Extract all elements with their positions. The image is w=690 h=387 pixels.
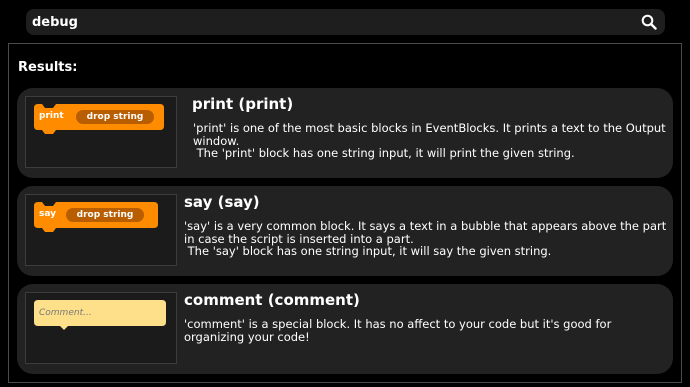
description-line: 'comment' is a special block. It has no … — [184, 317, 612, 331]
result-title: comment (comment) — [184, 291, 360, 309]
string-input-slot: drop string — [76, 110, 154, 124]
block-preview[interactable]: say drop string — [25, 194, 177, 266]
result-title: print (print) — [192, 95, 294, 113]
result-description: 'print' is one of the most basic blocks … — [193, 122, 677, 160]
description-line: 'print' is one of the most basic blocks … — [193, 121, 666, 135]
result-description: 'comment' is a special block. It has no … — [184, 318, 668, 343]
description-line: The 'print' block has one string input, … — [193, 146, 575, 160]
result-card-comment[interactable]: Comment... comment (comment) 'comment' i… — [17, 284, 673, 374]
block-label: say — [39, 209, 57, 219]
block-preview[interactable]: Comment... — [25, 292, 177, 364]
search-bar — [26, 9, 665, 35]
search-icon[interactable] — [641, 14, 657, 30]
string-input-slot: drop string — [66, 208, 144, 222]
results-label: Results: — [18, 60, 78, 75]
result-title: say (say) — [184, 193, 260, 211]
block-preview[interactable]: print drop string — [25, 96, 177, 168]
block-label: print — [39, 111, 64, 121]
result-description: 'say' is a very common block. It says a … — [184, 220, 668, 258]
comment-placeholder: Comment... — [39, 308, 92, 318]
description-line: The 'say' block has one string input, it… — [184, 244, 552, 258]
description-line: organizing your code! — [184, 329, 310, 344]
result-card-print[interactable]: print drop string print (print) 'print' … — [17, 88, 673, 178]
result-card-say[interactable]: say drop string say (say) 'say' is a ver… — [17, 186, 673, 276]
results-panel: Results: print drop string print (print)… — [8, 43, 682, 383]
description-line: 'say' is a very common block. It says a … — [184, 219, 667, 233]
search-input[interactable] — [32, 9, 632, 35]
